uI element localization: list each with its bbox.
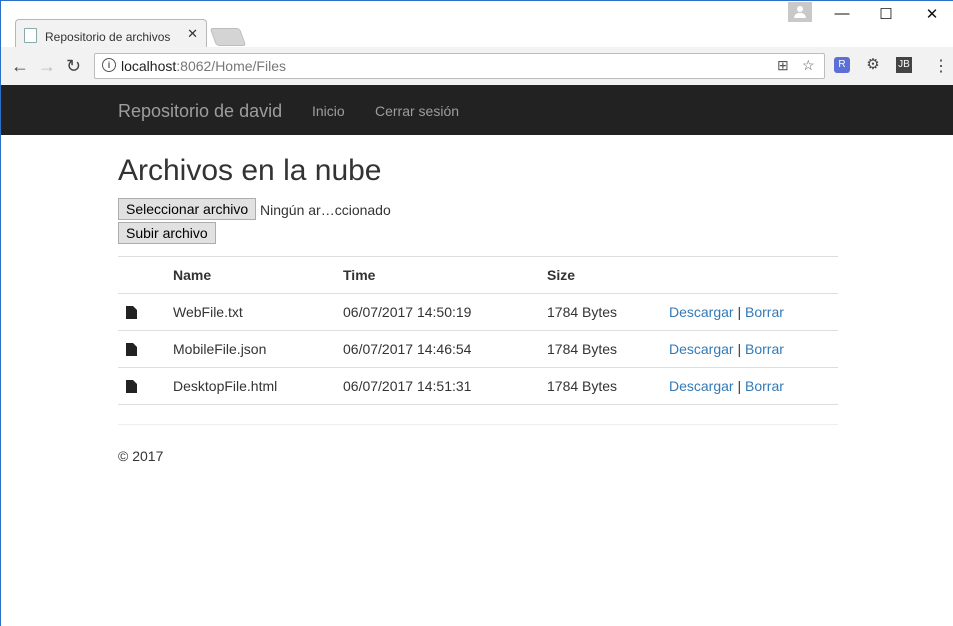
file-size: 1784 Bytes bbox=[547, 367, 669, 405]
url-path: :8062/Home/Files bbox=[176, 58, 286, 74]
header-size: Size bbox=[547, 256, 669, 294]
file-size: 1784 Bytes bbox=[547, 330, 669, 368]
translate-icon[interactable]: ⊞ bbox=[777, 57, 789, 74]
minimize-button[interactable]: — bbox=[827, 5, 857, 22]
delete-link[interactable]: Borrar bbox=[745, 341, 784, 357]
info-icon[interactable]: i bbox=[102, 58, 116, 72]
maximize-button[interactable]: ☐ bbox=[871, 5, 901, 23]
delete-link[interactable]: Borrar bbox=[745, 378, 784, 394]
file-icon bbox=[126, 380, 137, 393]
extension-r-icon[interactable]: R bbox=[834, 57, 850, 73]
profile-avatar-icon[interactable] bbox=[788, 2, 812, 22]
extension-gear-icon[interactable]: ⚙ bbox=[865, 57, 881, 73]
link-separator: | bbox=[737, 378, 742, 394]
table-row: DesktopFile.html 06/07/2017 14:51:31 178… bbox=[118, 367, 838, 405]
file-icon bbox=[126, 343, 137, 356]
file-icon bbox=[126, 306, 137, 319]
footer-copyright: © 2017 bbox=[118, 448, 164, 464]
browser-titlebar: Repositorio de archivos ✕ — ☐ ✕ bbox=[1, 1, 953, 50]
menu-icon[interactable]: ⋮ bbox=[933, 56, 949, 76]
header-time: Time bbox=[343, 256, 547, 294]
file-name: MobileFile.json bbox=[173, 330, 343, 368]
new-tab-button[interactable] bbox=[209, 28, 247, 46]
forward-icon[interactable]: → bbox=[38, 56, 56, 77]
file-name: DesktopFile.html bbox=[173, 367, 343, 405]
tab-close-icon[interactable]: ✕ bbox=[187, 26, 198, 42]
download-link[interactable]: Descargar bbox=[669, 378, 734, 394]
files-table: Name Time Size WebFile.txt 06/07/2017 14… bbox=[118, 256, 838, 405]
table-row: MobileFile.json 06/07/2017 14:46:54 1784… bbox=[118, 330, 838, 368]
file-name: WebFile.txt bbox=[173, 293, 343, 331]
page-favicon-icon bbox=[24, 28, 37, 43]
delete-link[interactable]: Borrar bbox=[745, 304, 784, 320]
page-title: Archivos en la nube bbox=[118, 154, 382, 187]
close-window-button[interactable]: ✕ bbox=[917, 5, 947, 23]
file-size: 1784 Bytes bbox=[547, 293, 669, 331]
table-header-row: Name Time Size bbox=[118, 256, 838, 294]
upload-file-button[interactable]: Subir archivo bbox=[118, 222, 216, 244]
download-link[interactable]: Descargar bbox=[669, 304, 734, 320]
site-navbar: Repositorio de david Inicio Cerrar sesió… bbox=[1, 85, 953, 135]
nav-link-inicio[interactable]: Inicio bbox=[312, 103, 345, 119]
address-bar[interactable]: i localhost:8062/Home/Files ⊞ ☆ bbox=[94, 53, 825, 79]
header-name: Name bbox=[173, 256, 343, 294]
extension-jb-icon[interactable]: JB bbox=[896, 57, 912, 73]
table-row: WebFile.txt 06/07/2017 14:50:19 1784 Byt… bbox=[118, 293, 838, 331]
select-file-button[interactable]: Seleccionar archivo bbox=[118, 198, 257, 220]
navbar-brand[interactable]: Repositorio de david bbox=[118, 101, 282, 122]
file-time: 06/07/2017 14:51:31 bbox=[343, 367, 547, 405]
tab-title: Repositorio de archivos bbox=[45, 30, 171, 44]
browser-tab[interactable]: Repositorio de archivos ✕ bbox=[15, 19, 207, 50]
back-icon[interactable]: ← bbox=[11, 56, 29, 77]
nav-link-cerrar-sesion[interactable]: Cerrar sesión bbox=[375, 103, 459, 119]
reload-icon[interactable]: ↻ bbox=[66, 56, 81, 77]
star-icon[interactable]: ☆ bbox=[802, 57, 815, 74]
url-host: localhost bbox=[121, 58, 177, 74]
file-time: 06/07/2017 14:46:54 bbox=[343, 330, 547, 368]
footer-divider bbox=[118, 424, 838, 425]
browser-toolbar: ← → ↻ i localhost:8062/Home/Files ⊞ ☆ R … bbox=[1, 47, 953, 86]
download-link[interactable]: Descargar bbox=[669, 341, 734, 357]
file-status-text: Ningún ar…ccionado bbox=[260, 202, 391, 218]
file-time: 06/07/2017 14:50:19 bbox=[343, 293, 547, 331]
link-separator: | bbox=[737, 304, 742, 320]
link-separator: | bbox=[737, 341, 742, 357]
